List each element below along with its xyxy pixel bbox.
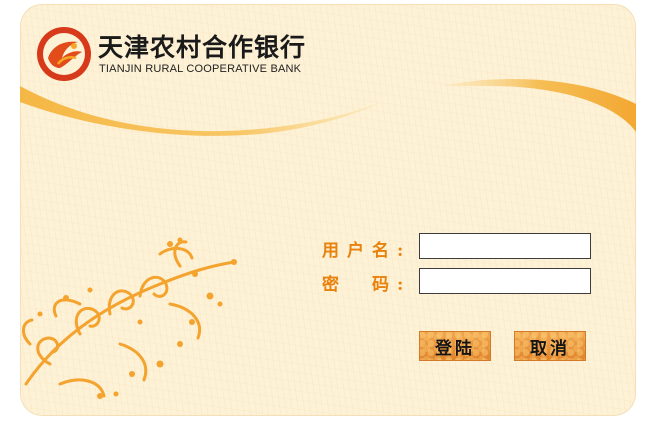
login-button[interactable]: 登陆: [419, 331, 491, 361]
username-input[interactable]: [419, 233, 591, 259]
login-panel: 天津农村合作银行 TIANJIN RURAL COOPERATIVE BANK …: [20, 4, 636, 416]
swoosh-left: [20, 86, 392, 136]
floral-dots: [37, 237, 237, 399]
swoosh-right: [440, 79, 636, 132]
password-input[interactable]: [419, 268, 591, 294]
bank-logo-icon: [37, 27, 91, 81]
bank-name-chinese: 天津农村合作银行: [98, 33, 307, 62]
cancel-button[interactable]: 取消: [514, 331, 586, 361]
floral-ornament: [22, 240, 236, 398]
password-label: 密 码:: [322, 275, 412, 295]
bank-name-english: TIANJIN RURAL COOPERATIVE BANK: [99, 63, 302, 75]
username-label: 用户名:: [322, 241, 412, 261]
